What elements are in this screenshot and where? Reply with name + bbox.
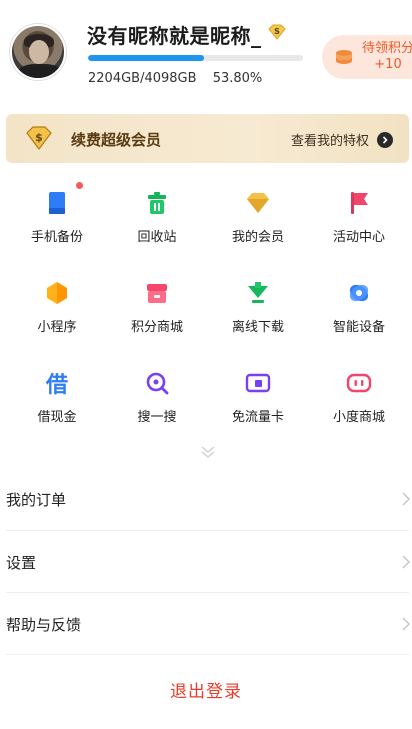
grid-item-mini-program[interactable]: 小程序 bbox=[7, 268, 107, 348]
data-card-icon bbox=[245, 373, 271, 393]
avatar-face bbox=[29, 40, 49, 64]
mini-program-icon bbox=[47, 282, 67, 304]
storage-info: 2204GB/4098GB 53.80% bbox=[88, 71, 274, 86]
storage-progress-fill bbox=[88, 55, 204, 61]
list-item-settings[interactable]: 设置 bbox=[6, 531, 412, 593]
grid-item-label: 小度商城 bbox=[332, 410, 385, 425]
logout-button[interactable]: 退出登录 bbox=[0, 677, 412, 702]
grid-item-label: 小程序 bbox=[37, 320, 77, 335]
grid-item-phone-backup[interactable]: 手机备份 bbox=[7, 178, 107, 258]
grid-item-label: 积分商城 bbox=[130, 320, 183, 335]
search-icon bbox=[146, 372, 169, 395]
grid-item-xiaodu-mall[interactable]: 小度商城 bbox=[309, 358, 409, 438]
grid-item-label: 智能设备 bbox=[332, 320, 385, 335]
vip-privilege-label: 查看我的特权 bbox=[290, 134, 369, 149]
grid-item-label: 我的会员 bbox=[231, 230, 284, 245]
list-item-label: 设置 bbox=[6, 554, 37, 572]
profile-header: 没有昵称就是昵称_ S 2204GB/4098GB 53.80% 待领积分 +1… bbox=[0, 0, 412, 100]
avatar-body bbox=[18, 64, 62, 78]
storage-percent: 53.80% bbox=[212, 71, 263, 86]
storage-progress-bar bbox=[88, 55, 303, 61]
grid-item-borrow-cash[interactable]: 借 借现金 bbox=[7, 358, 107, 438]
grid-item-offline-download[interactable]: 离线下载 bbox=[208, 268, 308, 348]
grid-item-data-card[interactable]: 免流量卡 bbox=[208, 358, 308, 438]
grid-item-label: 搜一搜 bbox=[137, 410, 177, 425]
list-item-my-orders[interactable]: 我的订单 bbox=[6, 468, 412, 530]
svg-text:借: 借 bbox=[45, 373, 68, 396]
chevron-right-icon bbox=[402, 617, 410, 631]
grid-item-points-mall[interactable]: 积分商城 bbox=[107, 268, 207, 348]
list-item-label: 帮助与反馈 bbox=[6, 616, 82, 634]
diamond-icon bbox=[247, 193, 269, 213]
grid-item-label: 免流量卡 bbox=[231, 410, 284, 425]
grid-item-recycle-bin[interactable]: 回收站 bbox=[107, 178, 207, 258]
vip-level-icon[interactable]: S bbox=[267, 24, 287, 40]
arrow-right-icon bbox=[377, 131, 393, 148]
borrow-cash-icon: 借 bbox=[45, 373, 68, 396]
grid-item-activity-center[interactable]: 活动中心 bbox=[309, 178, 409, 258]
vip-privilege-link[interactable]: 查看我的特权 bbox=[291, 130, 393, 149]
svg-text:S: S bbox=[274, 27, 280, 36]
vip-diamond-icon: $ bbox=[26, 126, 52, 150]
list-item-help-feedback[interactable]: 帮助与反馈 bbox=[6, 593, 412, 655]
points-text: 待领积分 +10 bbox=[362, 41, 412, 73]
grid-item-label: 回收站 bbox=[137, 230, 177, 245]
avatar[interactable] bbox=[10, 24, 66, 80]
divider bbox=[6, 654, 409, 655]
grid-item-search[interactable]: 搜一搜 bbox=[107, 358, 207, 438]
vip-renew-banner[interactable]: $ 续费超级会员 查看我的特权 bbox=[6, 114, 409, 163]
trash-icon bbox=[148, 192, 166, 214]
chevron-right-icon bbox=[402, 555, 410, 569]
grid-item-label: 借现金 bbox=[37, 410, 77, 425]
xiaodu-store-icon bbox=[346, 373, 372, 393]
vip-renew-label: 续费超级会员 bbox=[71, 131, 162, 149]
store-icon bbox=[147, 284, 167, 303]
notification-dot bbox=[76, 182, 83, 189]
grid-item-label: 离线下载 bbox=[231, 320, 284, 335]
chevron-down-icon[interactable] bbox=[199, 444, 217, 460]
points-pill[interactable]: 待领积分 +10 bbox=[322, 35, 412, 79]
coin-stack-icon bbox=[336, 50, 352, 64]
points-value: +10 bbox=[374, 57, 402, 72]
grid-item-my-vip[interactable]: 我的会员 bbox=[208, 178, 308, 258]
download-icon bbox=[248, 282, 268, 303]
grid-item-label: 活动中心 bbox=[332, 230, 385, 245]
chevron-right-icon bbox=[402, 492, 410, 506]
grid-item-label: 手机备份 bbox=[30, 230, 83, 245]
svg-text:$: $ bbox=[35, 131, 43, 144]
grid-item-smart-device[interactable]: 智能设备 bbox=[309, 268, 409, 348]
list-item-label: 我的订单 bbox=[6, 491, 67, 509]
smart-device-icon bbox=[349, 284, 369, 302]
flag-icon bbox=[351, 192, 368, 214]
points-title: 待领积分 bbox=[362, 41, 412, 56]
storage-used: 2204GB/4098GB bbox=[88, 71, 197, 86]
nickname[interactable]: 没有昵称就是昵称_ bbox=[87, 20, 262, 49]
phone-backup-icon bbox=[49, 192, 65, 214]
